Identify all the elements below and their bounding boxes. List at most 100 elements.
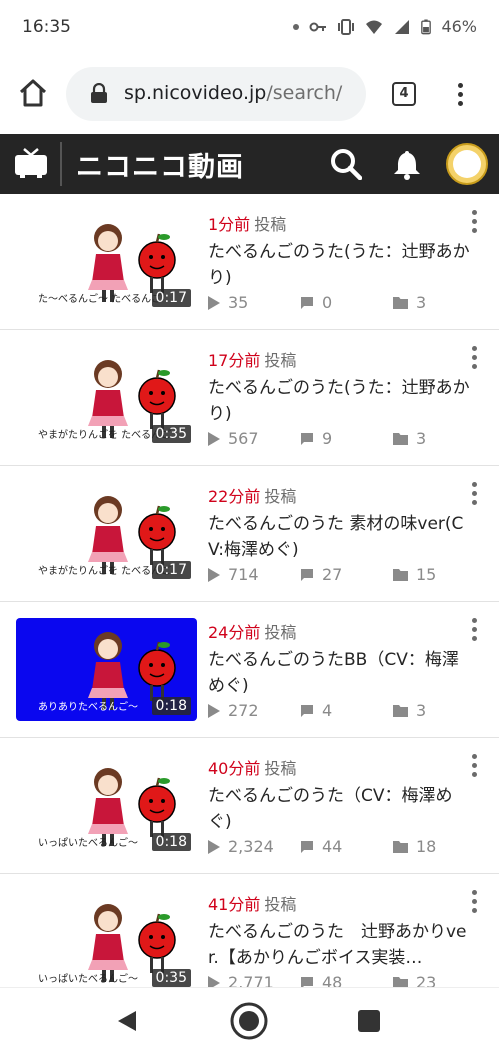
mylists-stat: 3 xyxy=(393,293,426,312)
site-logo[interactable]: ニコニコ動画 xyxy=(76,145,244,184)
comment-icon xyxy=(300,568,314,582)
mylists-count: 3 xyxy=(416,293,426,312)
recents-icon[interactable] xyxy=(358,1010,380,1032)
comment-icon xyxy=(300,840,314,854)
back-icon[interactable] xyxy=(116,1009,138,1033)
video-title[interactable]: たべるんごのうた 素材の味ver(CV:梅澤めぐ) xyxy=(208,511,470,563)
folder-icon xyxy=(393,704,408,717)
comment-icon xyxy=(300,432,314,446)
views-stat: 714 xyxy=(208,565,259,584)
url-text[interactable]: sp.nicovideo.jp/search/ xyxy=(124,82,342,104)
video-stats: 2,771 48 23 xyxy=(208,973,478,987)
video-stats: 35 0 3 xyxy=(208,293,478,315)
play-icon xyxy=(208,568,220,582)
video-title[interactable]: たべるんごのうたBB（CV：梅澤めぐ) xyxy=(208,647,470,699)
video-thumbnail[interactable]: やまがたりんごを たべるんご 0:35 xyxy=(16,346,197,449)
comments-stat: 27 xyxy=(300,565,342,584)
video-stats: 567 9 3 xyxy=(208,429,478,451)
folder-icon xyxy=(393,976,408,987)
wifi-icon xyxy=(365,18,383,36)
signal-icon xyxy=(393,18,411,36)
mylists-stat: 3 xyxy=(393,429,426,448)
mylists-count: 3 xyxy=(416,429,426,448)
posted-label: 投稿 xyxy=(254,215,286,234)
thumbnail-caption: いっぱいたべるんご～ xyxy=(38,836,138,849)
posted-label: 投稿 xyxy=(264,623,296,642)
mylists-stat: 3 xyxy=(393,701,426,720)
more-options-icon[interactable] xyxy=(466,752,482,780)
video-title[interactable]: たべるんごのうた 辻野あかりver.【あかりんごボイス実装… xyxy=(208,919,470,971)
tabs-icon[interactable]: 4 xyxy=(392,82,416,106)
list-item[interactable]: やまがたりんごを たべるんご 0:17 22分前投稿 たべるんごのうた 素材の味… xyxy=(0,466,499,602)
video-thumbnail[interactable]: やまがたりんごを たべるんご 0:17 xyxy=(16,482,197,585)
views-count: 272 xyxy=(228,701,259,720)
posted-label: 投稿 xyxy=(264,351,296,370)
comments-stat: 48 xyxy=(300,973,342,987)
status-icons: 46% xyxy=(293,17,477,36)
apple-illustration xyxy=(139,370,175,429)
comments-stat: 0 xyxy=(300,293,332,312)
url-path: /search/ xyxy=(266,82,342,104)
apple-illustration xyxy=(139,234,175,293)
system-nav-bar xyxy=(0,987,499,1053)
comments-count: 9 xyxy=(322,429,332,448)
views-count: 35 xyxy=(228,293,248,312)
posted-info: 22分前投稿 xyxy=(208,483,296,507)
more-vert-icon[interactable] xyxy=(452,80,468,110)
video-duration: 0:18 xyxy=(152,697,191,715)
vibrate-icon xyxy=(337,18,355,36)
views-stat: 272 xyxy=(208,701,259,720)
thumbnail-caption: た～べるんご～ たべるんご xyxy=(38,292,161,305)
time-ago: 24分前 xyxy=(208,623,260,642)
video-title[interactable]: たべるんごのうた（CV：梅澤めぐ) xyxy=(208,783,470,835)
bell-icon[interactable] xyxy=(392,148,422,180)
more-options-icon[interactable] xyxy=(466,208,482,236)
comments-count: 27 xyxy=(322,565,342,584)
list-item[interactable]: ありありたべるんご～ 0:18 24分前投稿 たべるんごのうたBB（CV：梅澤め… xyxy=(0,602,499,738)
apple-illustration xyxy=(139,778,175,837)
search-icon[interactable] xyxy=(330,148,362,180)
list-item[interactable]: いっぱいたべるんご～ 0:18 40分前投稿 たべるんごのうた（CV：梅澤めぐ)… xyxy=(0,738,499,874)
views-count: 2,324 xyxy=(228,837,274,856)
comments-stat: 44 xyxy=(300,837,342,856)
video-thumbnail[interactable]: ありありたべるんご～ 0:18 xyxy=(16,618,197,721)
mylists-count: 15 xyxy=(416,565,436,584)
list-item[interactable]: やまがたりんごを たべるんご 0:35 17分前投稿 たべるんごのうた(うた：辻… xyxy=(0,330,499,466)
mylists-count: 18 xyxy=(416,837,436,856)
home-circle-icon[interactable] xyxy=(229,1001,269,1041)
folder-icon xyxy=(393,432,408,445)
video-thumbnail[interactable]: た～べるんご～ たべるんご 0:17 xyxy=(16,210,197,313)
more-options-icon[interactable] xyxy=(466,616,482,644)
video-thumbnail[interactable]: いっぱいたべるんご～ 0:18 xyxy=(16,754,197,857)
comment-icon xyxy=(300,976,314,988)
apple-illustration xyxy=(139,506,175,565)
list-item[interactable]: いっぱいたべるんご～ 0:35 41分前投稿 たべるんごのうた 辻野あかりver… xyxy=(0,874,499,987)
comments-count: 44 xyxy=(322,837,342,856)
video-title[interactable]: たべるんごのうた(うた：辻野あかり) xyxy=(208,239,470,291)
more-options-icon[interactable] xyxy=(466,480,482,508)
play-icon xyxy=(208,432,220,446)
girl-illustration xyxy=(88,632,128,710)
video-title[interactable]: たべるんごのうた(うた：辻野あかり) xyxy=(208,375,470,427)
avatar[interactable] xyxy=(446,143,488,185)
time-ago: 1分前 xyxy=(208,215,250,234)
url-bar[interactable]: sp.nicovideo.jp/search/ xyxy=(66,67,366,121)
dot-icon xyxy=(293,24,299,30)
mylists-count: 3 xyxy=(416,701,426,720)
folder-icon xyxy=(393,568,408,581)
apple-illustration xyxy=(139,642,175,701)
status-bar: 16:35 46% xyxy=(0,0,499,56)
list-item[interactable]: た～べるんご～ たべるんご 0:17 1分前投稿 たべるんごのうた(うた：辻野あ… xyxy=(0,194,499,330)
views-count: 567 xyxy=(228,429,259,448)
comments-stat: 9 xyxy=(300,429,332,448)
girl-illustration xyxy=(88,360,128,438)
more-options-icon[interactable] xyxy=(466,344,482,372)
tv-icon[interactable] xyxy=(14,147,48,179)
video-thumbnail[interactable]: いっぱいたべるんご～ 0:35 xyxy=(16,890,197,987)
battery-icon xyxy=(421,18,431,36)
home-icon[interactable] xyxy=(18,78,48,108)
posted-label: 投稿 xyxy=(264,759,296,778)
more-options-icon[interactable] xyxy=(466,888,482,916)
video-duration: 0:35 xyxy=(152,425,191,443)
lock-icon xyxy=(90,83,108,103)
